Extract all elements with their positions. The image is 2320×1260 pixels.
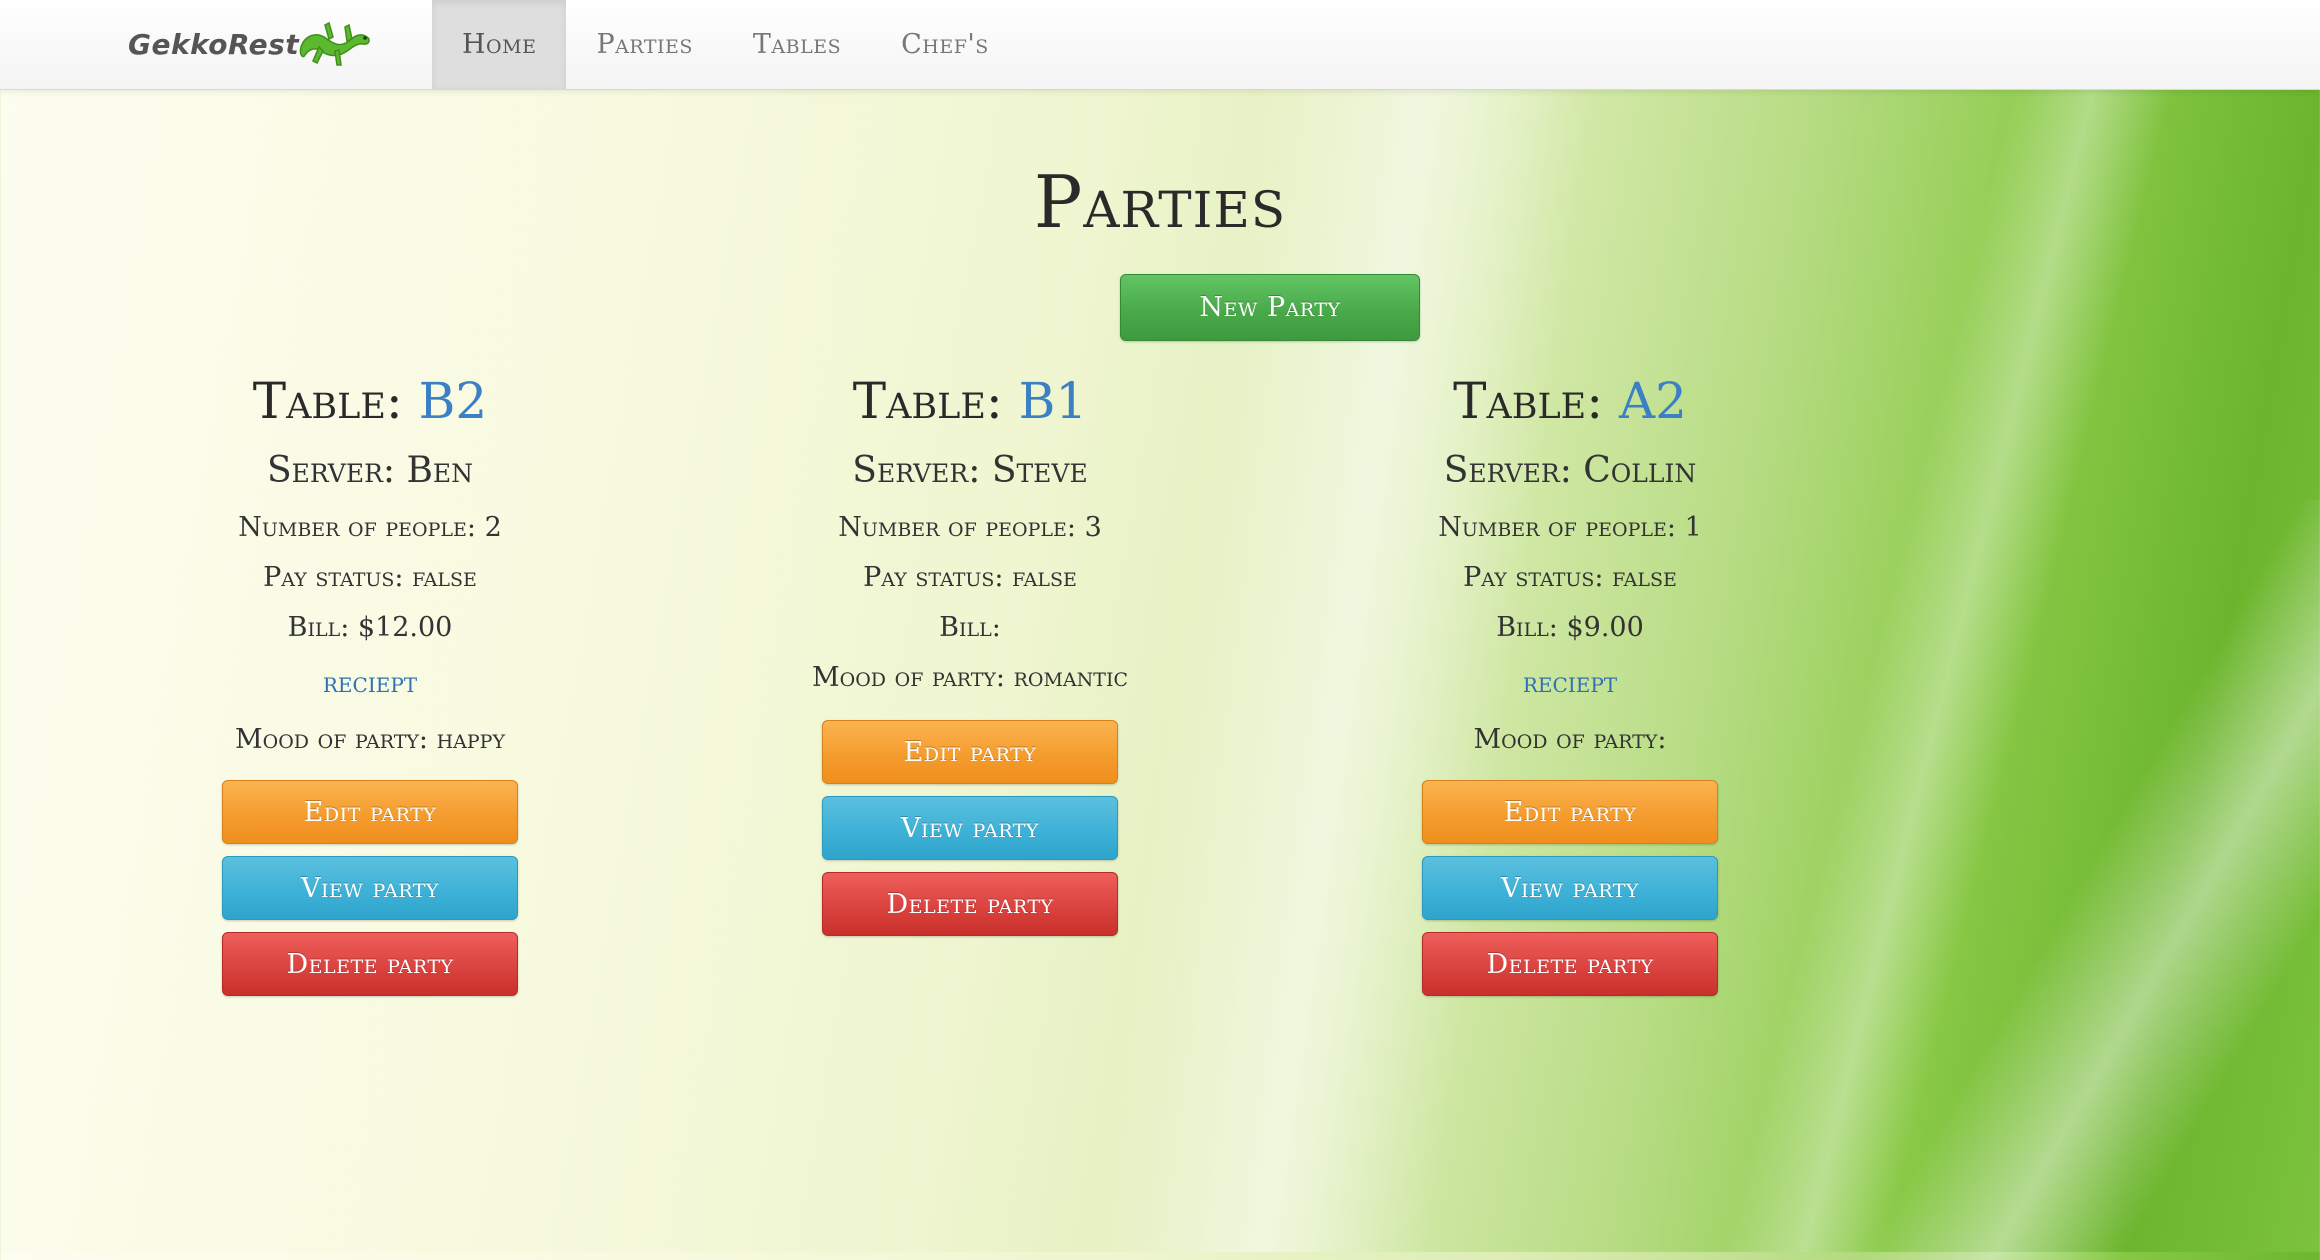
party-bill: Bill: — [939, 612, 1001, 643]
party-server: Server: Collin — [1443, 450, 1697, 491]
main-nav: Home Parties Tables Chef's — [432, 0, 1019, 89]
party-mood: Mood of party: romantic — [812, 662, 1128, 693]
table-label: Table: — [852, 372, 1019, 430]
receipt-link[interactable]: reciept — [1360, 666, 1780, 699]
party-pay-status: Pay status: false — [263, 562, 477, 593]
brand-name: GekkoRest — [128, 27, 300, 61]
new-party-button[interactable]: New Party — [1120, 274, 1420, 341]
party-people-count: Number of people: 2 — [238, 512, 502, 543]
nav-chefs[interactable]: Chef's — [871, 0, 1019, 89]
delete-party-button[interactable]: Delete party — [822, 872, 1118, 936]
table-link[interactable]: A2 — [1619, 372, 1687, 430]
table-link[interactable]: B1 — [1019, 372, 1088, 430]
page-title: Parties — [1033, 160, 1287, 244]
view-party-button[interactable]: View party — [1422, 856, 1718, 920]
party-mood: Mood of party: happy — [235, 724, 505, 755]
view-party-button[interactable]: View party — [222, 856, 518, 920]
party-mood: Mood of party: — [1473, 724, 1667, 755]
party-bill: Bill: $12.00 — [287, 612, 453, 643]
nav-tables[interactable]: Tables — [723, 0, 871, 89]
party-pay-status: Pay status: false — [863, 562, 1077, 593]
table-label: Table: — [1453, 372, 1619, 430]
receipt-link[interactable]: reciept — [160, 666, 580, 699]
party-server: Server: Ben — [266, 450, 474, 491]
party-people-count: Number of people: 1 — [1438, 512, 1702, 543]
party-bill: Bill: $9.00 — [1496, 612, 1644, 643]
brand-logo[interactable]: GekkoRest — [128, 16, 375, 72]
gecko-icon — [299, 21, 370, 66]
party-table-heading: Table: B2 — [160, 372, 580, 430]
nav-home[interactable]: Home — [432, 0, 567, 89]
edit-party-button[interactable]: Edit party — [222, 780, 518, 844]
party-server: Server: Steve — [852, 450, 1088, 491]
edit-party-button[interactable]: Edit party — [822, 720, 1118, 784]
party-table-heading: Table: A2 — [1360, 372, 1780, 430]
edit-party-button[interactable]: Edit party — [1422, 780, 1718, 844]
table-link[interactable]: B2 — [419, 372, 488, 430]
view-party-button[interactable]: View party — [822, 796, 1118, 860]
party-people-count: Number of people: 3 — [838, 512, 1102, 543]
party-table-heading: Table: B1 — [760, 372, 1180, 430]
delete-party-button[interactable]: Delete party — [222, 932, 518, 996]
top-navbar: GekkoRest Home Parties Tables Chef's — [0, 0, 2320, 90]
delete-party-button[interactable]: Delete party — [1422, 932, 1718, 996]
table-label: Table: — [252, 372, 419, 430]
nav-parties[interactable]: Parties — [566, 0, 722, 89]
party-pay-status: Pay status: false — [1463, 562, 1677, 593]
